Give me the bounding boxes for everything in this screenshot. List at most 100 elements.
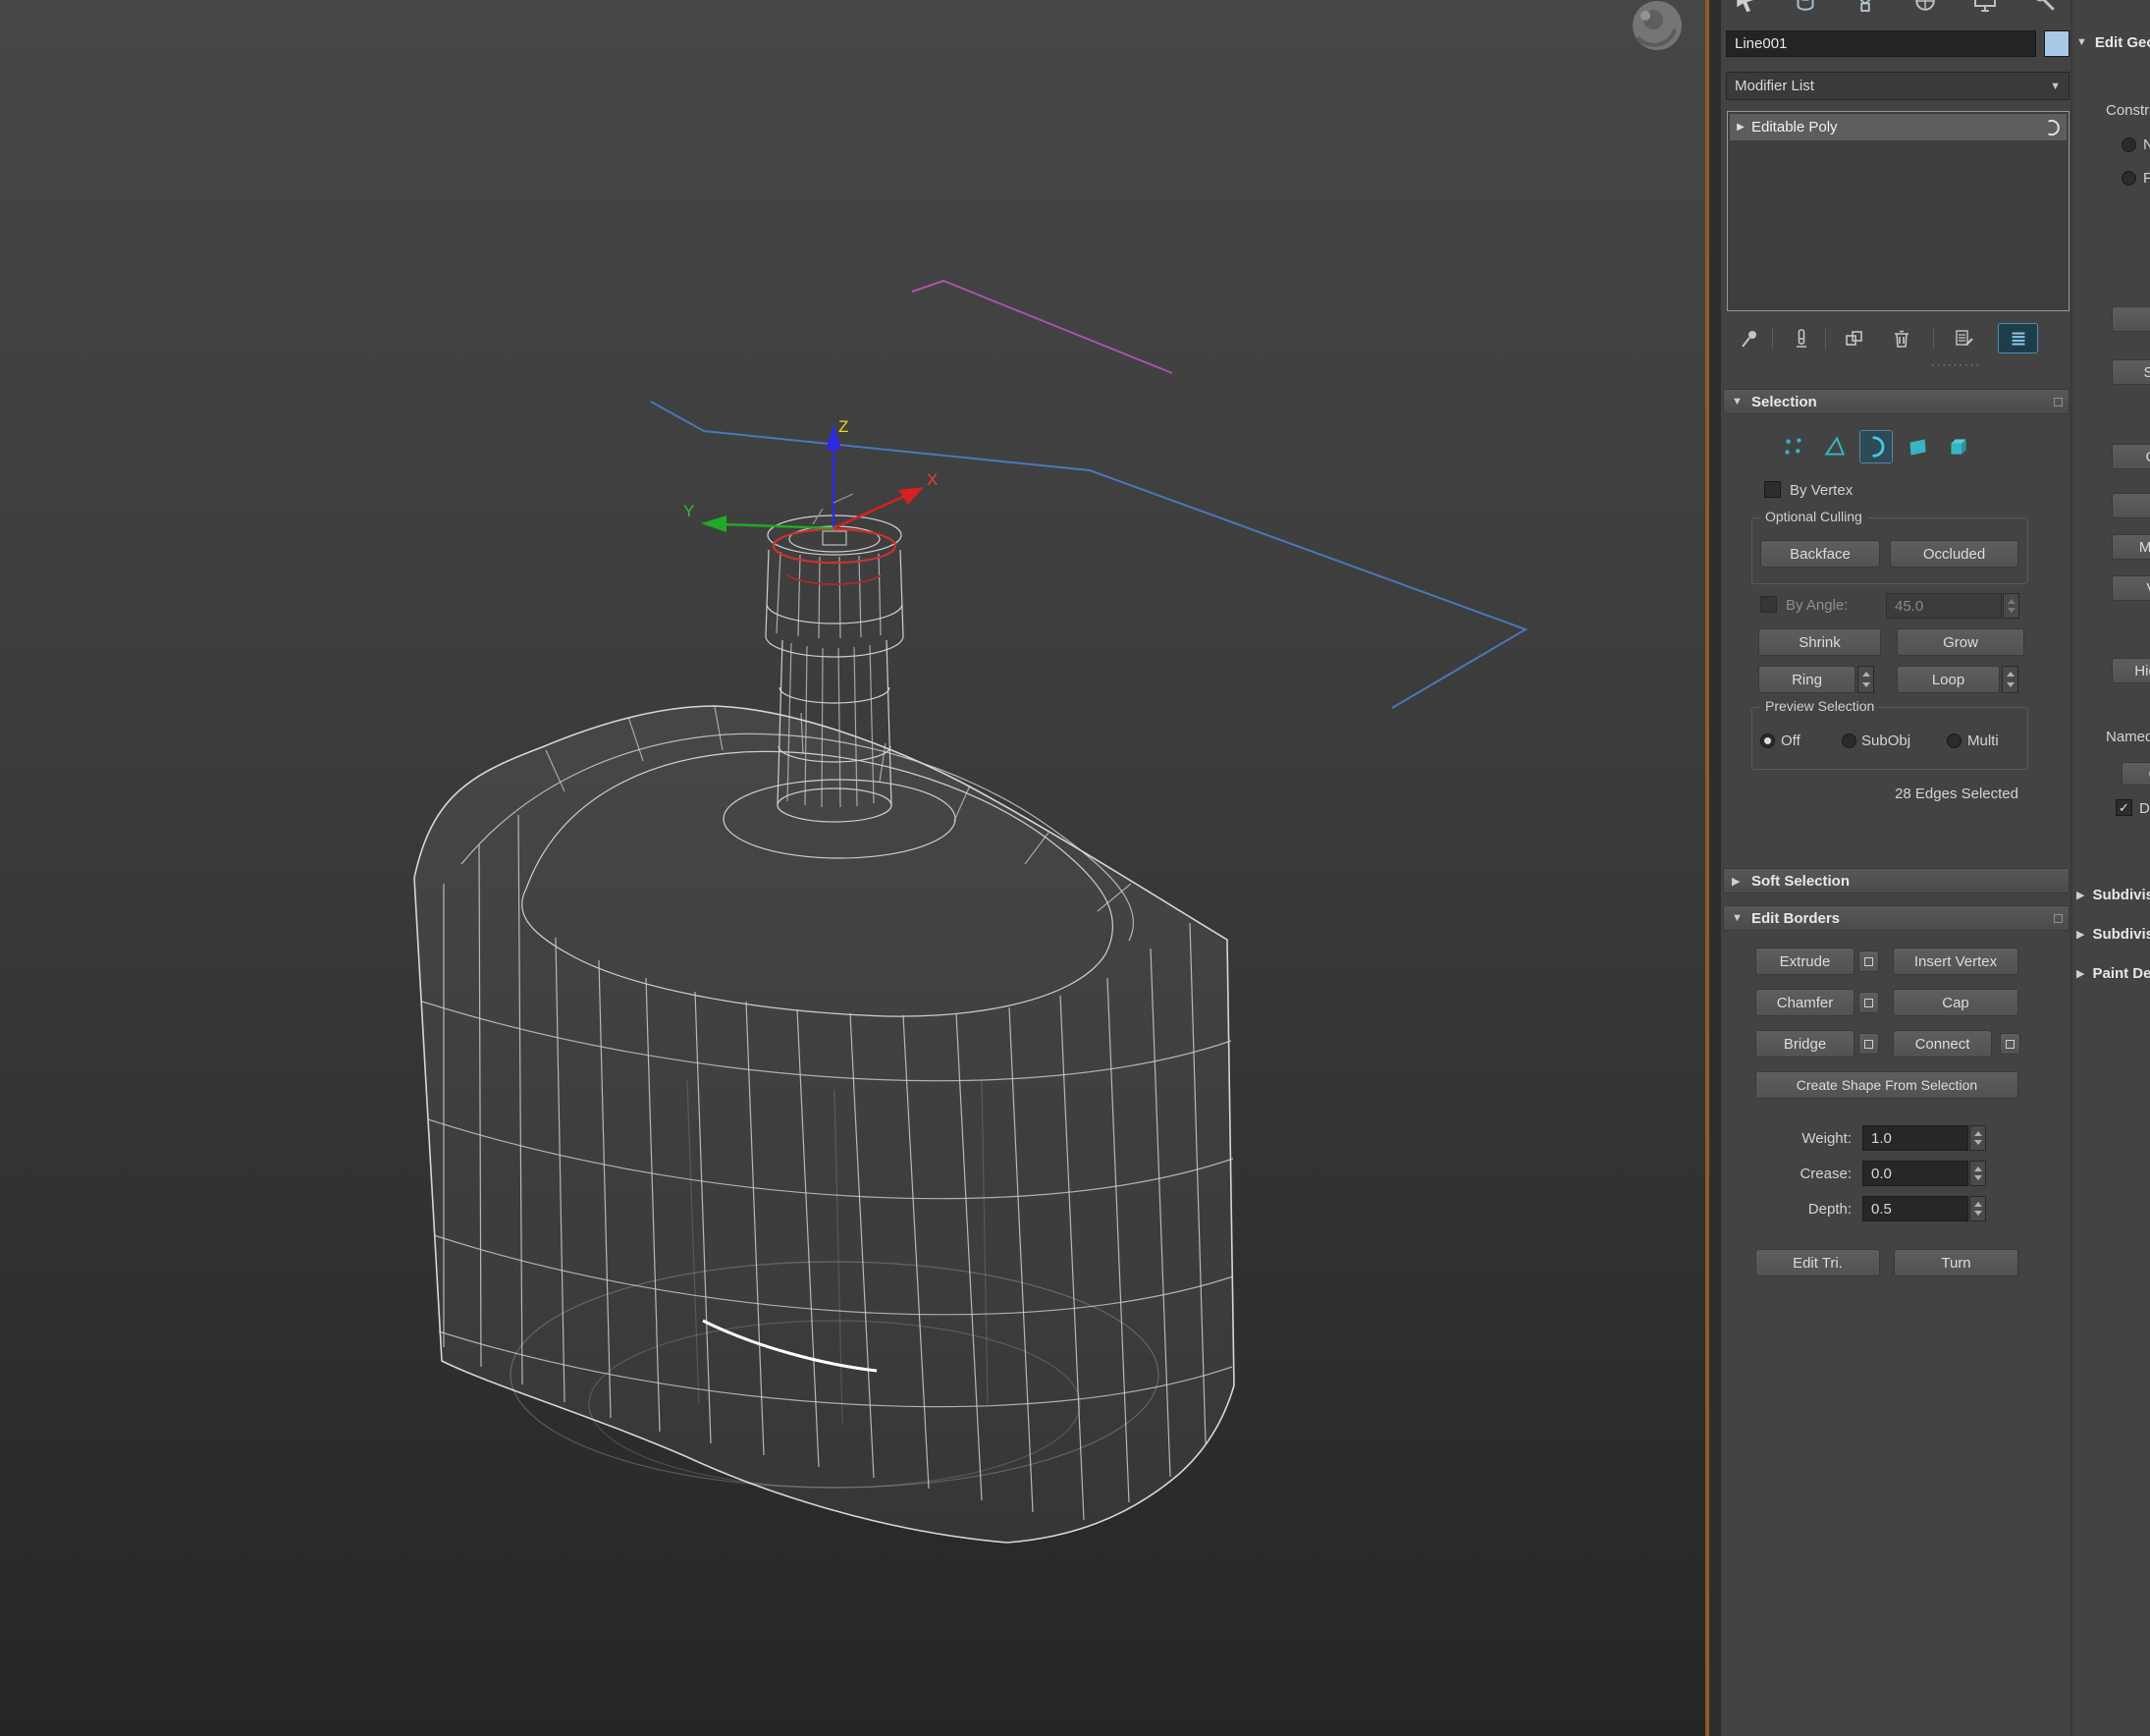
preview-subobj-radio[interactable]	[1842, 733, 1856, 748]
constraint-none-radio[interactable]	[2122, 137, 2136, 152]
crease-field[interactable]: 0.0	[1862, 1161, 1968, 1186]
rollout-selection[interactable]: ▼ Selection	[1723, 389, 2069, 414]
by-angle-field[interactable]: 45.0	[1886, 593, 2002, 619]
grow-button[interactable]: Grow	[1897, 628, 2024, 656]
depth-field[interactable]: 0.5	[1862, 1196, 1968, 1221]
rollout-grip[interactable]	[2054, 914, 2063, 923]
pin-stack-icon[interactable]	[1738, 327, 1761, 351]
weight-field[interactable]: 1.0	[1862, 1125, 1968, 1151]
make-unique-icon[interactable]	[1843, 327, 1866, 351]
viewcube[interactable]	[1633, 1, 1682, 50]
panel-splitter[interactable]	[1709, 0, 1721, 1736]
connect-settings-button[interactable]	[2000, 1033, 2020, 1055]
msmooth-button[interactable]: MSmooth	[2112, 493, 2150, 518]
copy-button[interactable]: Copy	[2122, 762, 2150, 786]
modifier-stack[interactable]: ▶ Editable Poly	[1727, 111, 2069, 311]
turn-button[interactable]: Turn	[1894, 1249, 2018, 1276]
by-angle-checkbox[interactable]	[1760, 596, 1777, 613]
attach-button[interactable]: Attach	[2112, 306, 2150, 332]
view-align-button[interactable]: View Align	[2112, 575, 2150, 601]
spinner-down-icon[interactable]	[1974, 1211, 1982, 1216]
connect-button[interactable]: Connect	[1893, 1030, 1992, 1058]
modifier-list-dropdown[interactable]: Modifier List ▼	[1726, 72, 2069, 100]
spinner-up-icon[interactable]	[1974, 1202, 1982, 1207]
preview-off-radio[interactable]	[1760, 733, 1775, 748]
rollout-subdivision-surface[interactable]: ▶ Subdivision Surface	[2076, 882, 2150, 907]
bottle-mesh[interactable]	[414, 515, 1234, 1543]
rollout-soft-selection[interactable]: ▶ Soft Selection	[1723, 868, 2069, 894]
object-color-swatch[interactable]	[2044, 30, 2069, 57]
configure-modifier-sets-icon[interactable]	[1953, 327, 1976, 351]
loop-spinner[interactable]	[2002, 666, 2018, 693]
viewport-scene[interactable]: Z X Y	[0, 0, 1705, 1736]
rollout-grip[interactable]	[2054, 398, 2063, 407]
border-mode-button[interactable]	[1859, 430, 1893, 463]
shrink-button[interactable]: Shrink	[1758, 628, 1881, 656]
spinner-down-icon[interactable]	[2008, 608, 2016, 613]
spinner-down-icon[interactable]	[1862, 682, 1870, 687]
spinner-down-icon[interactable]	[1974, 1140, 1982, 1145]
viewport-3d[interactable]: Z X Y	[0, 0, 1705, 1736]
slice-plane-button[interactable]: Slice Plane	[2112, 359, 2150, 385]
expand-arrow-icon[interactable]: ▶	[1730, 122, 1751, 133]
chamfer-settings-button[interactable]	[1858, 992, 1879, 1013]
edit-tri-button[interactable]: Edit Tri.	[1755, 1249, 1880, 1276]
stack-entry-label: Editable Poly	[1751, 119, 1838, 136]
extrude-button[interactable]: Extrude	[1755, 948, 1854, 975]
bridge-settings-button[interactable]	[1858, 1033, 1879, 1055]
spinner-up-icon[interactable]	[1974, 1166, 1982, 1171]
constraint-face-radio[interactable]	[2122, 171, 2136, 186]
depth-spinner[interactable]	[1969, 1196, 1986, 1221]
show-end-result-icon[interactable]	[1790, 327, 1813, 351]
create-shape-button[interactable]: Create Shape From Selection	[1755, 1071, 2018, 1099]
gizmo-x-axis[interactable]	[833, 496, 905, 528]
weight-spinner[interactable]	[1969, 1125, 1986, 1151]
ring-button[interactable]: Ring	[1758, 666, 1855, 693]
by-vertex-checkbox[interactable]	[1764, 481, 1781, 498]
loop-button[interactable]: Loop	[1897, 666, 2000, 693]
selected-border-edges[interactable]	[774, 529, 895, 584]
utilities-icon[interactable]	[2030, 0, 2060, 16]
spinner-up-icon[interactable]	[2008, 599, 2016, 604]
delete-isolated-checkbox[interactable]: ✓	[2116, 799, 2132, 816]
spinner-up-icon[interactable]	[1974, 1131, 1982, 1136]
cap-button[interactable]: Cap	[1893, 989, 2018, 1016]
element-mode-button[interactable]	[1942, 430, 1975, 463]
edge-mode-button[interactable]	[1818, 430, 1852, 463]
transform-gizmo[interactable]: Z X Y	[683, 417, 938, 532]
crease-spinner[interactable]	[1969, 1161, 1986, 1186]
preview-multi-radio[interactable]	[1947, 733, 1962, 748]
spinner-up-icon[interactable]	[2007, 672, 2015, 677]
occluded-button[interactable]: Occluded	[1890, 540, 2018, 568]
extrude-settings-button[interactable]	[1858, 950, 1879, 972]
vertex-mode-button[interactable]	[1777, 430, 1810, 463]
spinner-down-icon[interactable]	[2007, 682, 2015, 687]
rollout-paint-deformation[interactable]: ▶ Paint Deformation	[2076, 960, 2150, 986]
hide-selected-button[interactable]: Hide Selected	[2112, 658, 2150, 683]
polygon-mode-button[interactable]	[1901, 430, 1934, 463]
constraints-label: Constraints	[2106, 102, 2150, 119]
stack-entry-editable-poly[interactable]: ▶ Editable Poly	[1730, 114, 2067, 140]
object-name-input[interactable]	[1726, 30, 2036, 57]
spinner-down-icon[interactable]	[1974, 1175, 1982, 1180]
rollout-subdivision-displacement[interactable]: ▶ Subdivision Displacement	[2076, 921, 2150, 947]
ring-spinner[interactable]	[1857, 666, 1874, 693]
spinner-up-icon[interactable]	[1862, 672, 1870, 677]
chamfer-button[interactable]: Chamfer	[1755, 989, 1854, 1016]
modify-icon[interactable]	[1791, 0, 1820, 16]
by-angle-spinner[interactable]	[2003, 593, 2019, 619]
modifier-sets-menu-button[interactable]	[1998, 323, 2038, 353]
create-icon[interactable]	[1731, 0, 1760, 16]
insert-vertex-button[interactable]: Insert Vertex	[1893, 948, 2018, 975]
remove-modifier-icon[interactable]	[1890, 327, 1913, 351]
motion-icon[interactable]	[1910, 0, 1940, 16]
hierarchy-icon[interactable]	[1851, 0, 1880, 16]
display-icon[interactable]	[1970, 0, 2000, 16]
quickslice-button[interactable]: QuickSlice	[2112, 444, 2150, 469]
rollout-edit-geometry[interactable]: ▼ Edit Geometry	[2076, 29, 2150, 55]
rollout-edit-borders[interactable]: ▼ Edit Borders	[1723, 905, 2069, 931]
bridge-button[interactable]: Bridge	[1755, 1030, 1854, 1058]
backface-button[interactable]: Backface	[1760, 540, 1880, 568]
make-planar-button[interactable]: Make Planar	[2112, 534, 2150, 560]
spline-magenta[interactable]	[912, 281, 1172, 373]
